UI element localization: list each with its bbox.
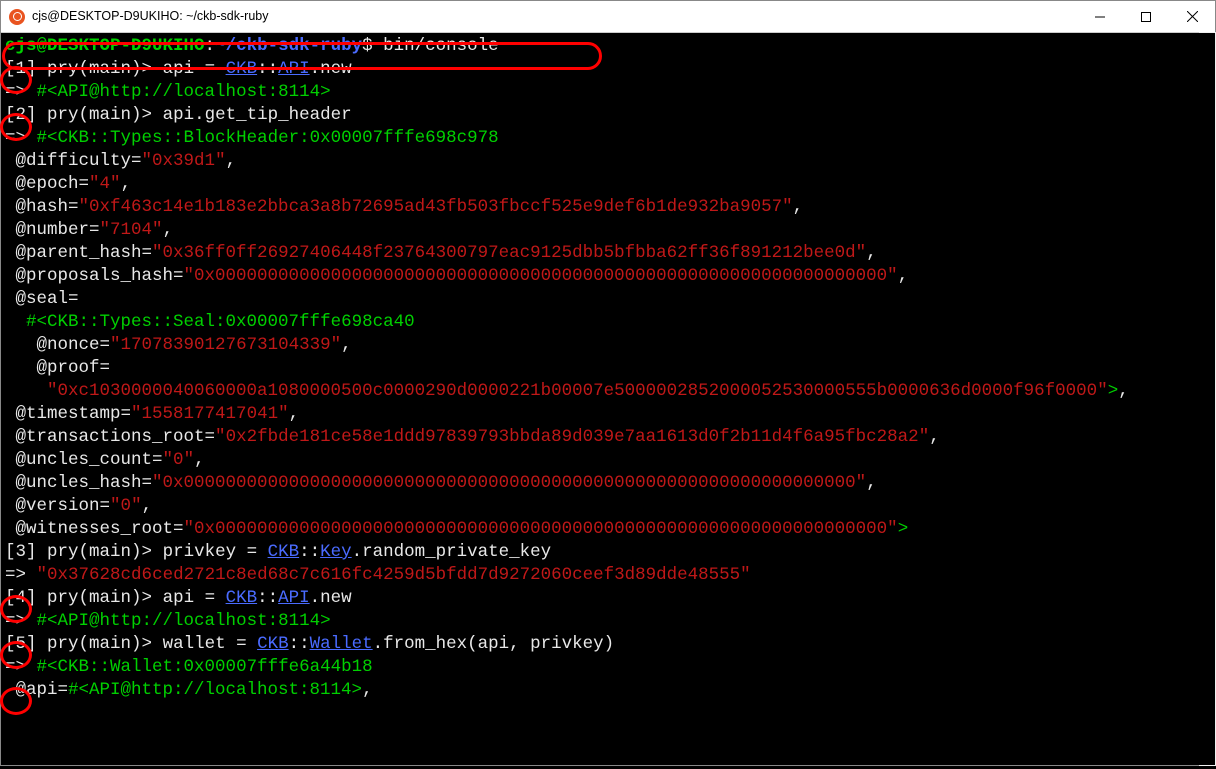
shell-user-host: cjs@DESKTOP-D9UKIHO	[5, 36, 205, 56]
window-titlebar: cjs@DESKTOP-D9UKIHO: ~/ckb-sdk-ruby	[1, 1, 1215, 33]
close-button[interactable]	[1169, 1, 1215, 32]
wallet-repr: #<CKB::Wallet:0x00007fffe6a44b18	[37, 657, 373, 677]
blockheader-class: #<CKB::Types::BlockHeader:0x00007fffe698…	[37, 128, 499, 148]
shell-path: ~/ckb-sdk-ruby	[215, 36, 362, 56]
ubuntu-icon	[9, 9, 25, 25]
shell-command: bin/console	[383, 36, 499, 56]
privkey-value: 0x37628cd6ced2721c8ed68c7c616fc4259d5bfd…	[47, 565, 740, 585]
terminal-output[interactable]: cjs@DESKTOP-D9UKIHO:~/ckb-sdk-ruby$ bin/…	[1, 33, 1215, 765]
window-title: cjs@DESKTOP-D9UKIHO: ~/ckb-sdk-ruby	[32, 5, 268, 28]
minimize-button[interactable]	[1077, 1, 1123, 32]
maximize-button[interactable]	[1123, 1, 1169, 32]
seal-class: #<CKB::Types::Seal:0x00007fffe698ca40	[26, 312, 415, 332]
api-repr: #<API@http://localhost:8114>	[37, 82, 331, 102]
